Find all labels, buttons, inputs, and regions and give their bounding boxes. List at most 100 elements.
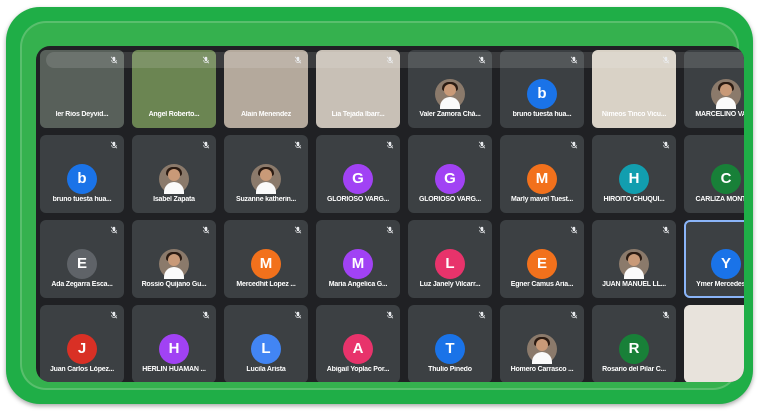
participant-initial-avatar: R	[619, 334, 649, 364]
participant-name: Rossio Quijano Gu...	[141, 281, 207, 288]
participant-name: GLORIOSO VARG...	[326, 196, 389, 203]
muted-mic-icon	[570, 311, 578, 319]
participant-tile[interactable]: JUAN MANUEL LL...	[592, 220, 676, 298]
muted-mic-icon	[662, 141, 670, 149]
participant-initial-avatar: J	[67, 334, 97, 364]
muted-mic-icon	[478, 141, 486, 149]
participant-photo-avatar	[159, 164, 189, 194]
participant-tile[interactable]: M Maria Angelica G...	[316, 220, 400, 298]
participant-tile[interactable]: Isabel Zapata	[132, 135, 216, 213]
participant-name: Lia Tejada Ibarr...	[331, 111, 385, 118]
muted-mic-icon	[202, 141, 210, 149]
participant-name: Angel Roberto...	[148, 111, 200, 118]
participant-tile[interactable]: G GLORIOSO VARG...	[316, 135, 400, 213]
muted-mic-icon	[110, 311, 118, 319]
participant-initial-avatar: M	[527, 164, 557, 194]
participant-video-feed	[684, 305, 744, 382]
participant-name: Abigail Yoplac Por...	[326, 366, 390, 373]
participant-name: ler Rios Deyvid...	[55, 111, 109, 118]
participant-name: Egner Camus Aria...	[510, 281, 574, 288]
participant-name: MARCELINO VAR...	[695, 111, 744, 118]
muted-mic-icon	[570, 226, 578, 234]
participant-tile[interactable]: T Thulio Pinedo	[408, 305, 492, 382]
participant-photo-avatar	[435, 79, 465, 109]
participant-photo-avatar	[159, 249, 189, 279]
participant-name: Valer Zamora Chá...	[419, 111, 481, 118]
participant-name: GLORIOSO VARG...	[418, 196, 481, 203]
participant-tile[interactable]: Rossio Quijano Gu...	[132, 220, 216, 298]
participant-tile[interactable]: R Rosario del Pilar C...	[592, 305, 676, 382]
muted-mic-icon	[386, 226, 394, 234]
participant-name: HIROITO CHUQUI...	[603, 196, 665, 203]
participant-name: Mercedhit Lopez ...	[236, 281, 296, 288]
participant-tile[interactable]: Suzanne katherin...	[224, 135, 308, 213]
participant-name: Lucila Arista	[246, 366, 286, 373]
participant-name: Maria Angelica G...	[328, 281, 388, 288]
participant-name: Rosario del Pilar C...	[602, 366, 666, 373]
muted-mic-icon	[478, 311, 486, 319]
muted-mic-icon	[662, 226, 670, 234]
muted-mic-icon	[202, 311, 210, 319]
participant-name: Ymer Mercedes P...	[696, 281, 744, 288]
participant-tile[interactable]: L Luz Janely Vilcarr...	[408, 220, 492, 298]
muted-mic-icon	[294, 311, 302, 319]
participant-name: Ada Zegarra Esca...	[51, 281, 113, 288]
participant-photo-avatar	[251, 164, 281, 194]
muted-mic-icon	[202, 226, 210, 234]
muted-mic-icon	[478, 226, 486, 234]
participant-initial-avatar: G	[343, 164, 373, 194]
participant-name: Suzanne katherin...	[236, 196, 296, 203]
participant-tile[interactable]: E Egner Camus Aria...	[500, 220, 584, 298]
participant-tile[interactable]: Y Ymer Mercedes P...	[684, 220, 744, 298]
participant-name: Nimeos Tinco Vicu...	[601, 111, 667, 118]
muted-mic-icon	[294, 141, 302, 149]
muted-mic-icon	[294, 226, 302, 234]
glass-reflection	[46, 52, 744, 68]
muted-mic-icon	[386, 311, 394, 319]
participant-tile[interactable]	[684, 305, 744, 382]
participant-tile[interactable]: Homero Carrasco ...	[500, 305, 584, 382]
participant-name: bruno tuesta hua...	[512, 111, 572, 118]
muted-mic-icon	[110, 141, 118, 149]
participant-initial-avatar: H	[619, 164, 649, 194]
participant-photo-avatar	[619, 249, 649, 279]
participant-tile[interactable]: J Juan Carlos Lòpez...	[40, 305, 124, 382]
participant-name: HERLIN HUAMAN ...	[142, 366, 206, 373]
participant-initial-avatar: L	[251, 334, 281, 364]
participant-name: Luz Janely Vilcarr...	[419, 281, 481, 288]
participant-tile[interactable]: M Mercedhit Lopez ...	[224, 220, 308, 298]
participant-name: bruno tuesta hua...	[52, 196, 112, 203]
participant-name: Isabel Zapata	[153, 196, 195, 203]
participant-initial-avatar: H	[159, 334, 189, 364]
participant-initial-avatar: E	[67, 249, 97, 279]
meeting-participant-grid: ler Rios Deyvid... Angel Roberto... Alain …	[36, 46, 744, 382]
participant-photo-avatar	[711, 79, 741, 109]
muted-mic-icon	[386, 141, 394, 149]
muted-mic-icon	[110, 226, 118, 234]
participant-initial-avatar: b	[527, 79, 557, 109]
participant-initial-avatar: E	[527, 249, 557, 279]
muted-mic-icon	[570, 141, 578, 149]
participant-tile[interactable]: C CARLIZA MONTO...	[684, 135, 744, 213]
participant-name: JUAN MANUEL LL...	[602, 281, 666, 288]
participant-tile[interactable]: H HIROITO CHUQUI...	[592, 135, 676, 213]
participant-name: CARLIZA MONTO...	[695, 196, 744, 203]
participant-tile[interactable]: b bruno tuesta hua...	[40, 135, 124, 213]
participant-tile[interactable]: H HERLIN HUAMAN ...	[132, 305, 216, 382]
participant-initial-avatar: C	[711, 164, 741, 194]
participant-initial-avatar: M	[251, 249, 281, 279]
muted-mic-icon	[662, 311, 670, 319]
participant-name: Marly mavel Tuest...	[510, 196, 573, 203]
participant-initial-avatar: T	[435, 334, 465, 364]
participant-name: Juan Carlos Lòpez...	[49, 366, 115, 373]
participant-tile[interactable]: M Marly mavel Tuest...	[500, 135, 584, 213]
participant-initial-avatar: Y	[711, 249, 741, 279]
participant-initial-avatar: G	[435, 164, 465, 194]
participant-tile[interactable]: G GLORIOSO VARG...	[408, 135, 492, 213]
participant-tile[interactable]: A Abigail Yoplac Por...	[316, 305, 400, 382]
participant-initial-avatar: A	[343, 334, 373, 364]
participant-photo-avatar	[527, 334, 557, 364]
participant-tile[interactable]: L Lucila Arista	[224, 305, 308, 382]
participant-tile[interactable]: E Ada Zegarra Esca...	[40, 220, 124, 298]
participant-name: Alain Menendez	[240, 111, 292, 118]
